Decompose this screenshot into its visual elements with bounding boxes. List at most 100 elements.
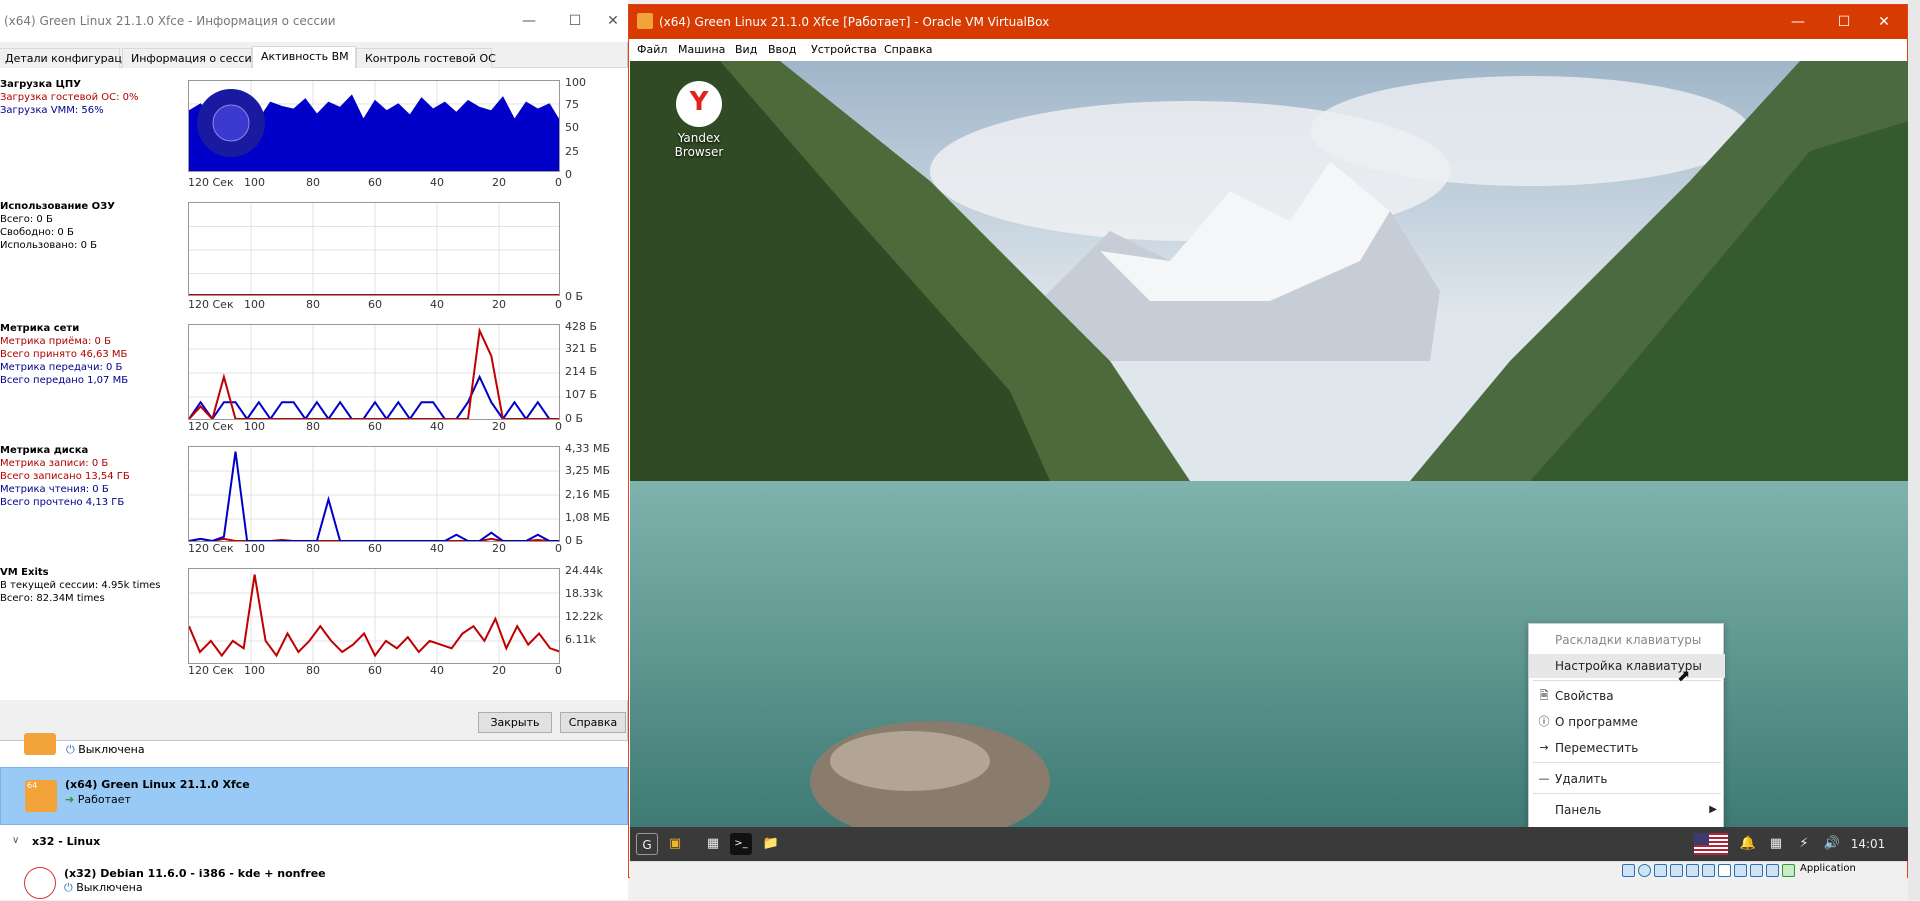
exits-xticks: 120 Сек 100 80 60 40 20 0 [0, 664, 628, 678]
menu-machine[interactable]: Машина [678, 43, 725, 56]
net-labels: Метрика сети Метрика приёма: 0 Б Всего п… [0, 322, 128, 387]
menu-file[interactable]: Файл [637, 43, 667, 56]
cpu-ytick: 75 [565, 98, 579, 111]
net-tx-total: Всего передано 1,07 МБ [0, 375, 129, 386]
clipboard-icon[interactable]: ▦ [1766, 833, 1786, 855]
x-tick-label: 0 [555, 298, 562, 311]
x-tick-label: 20 [492, 664, 506, 677]
host-key-label: Application [1800, 863, 1856, 874]
session-window-title: (x64) Green Linux 21.1.0 Xfce - Информац… [4, 14, 336, 28]
menu-item-remove[interactable]: — Удалить [1529, 767, 1725, 791]
list-item-selected[interactable]: 64 (x64) Green Linux 21.1.0 Xfce ➜ Работ… [0, 767, 628, 825]
ram-xticks: 120 Сек 100 80 60 40 20 0 [0, 298, 628, 312]
group-label: x32 - Linux [32, 835, 101, 848]
folder-icon[interactable]: ▣ [664, 833, 686, 855]
menu-item-move[interactable]: → Переместить [1529, 736, 1725, 760]
maximize-icon[interactable]: ☐ [552, 8, 598, 34]
file-manager-icon[interactable]: 📁 [760, 833, 782, 855]
exits-ytick: 24.44k [565, 564, 603, 577]
guest-desktop[interactable]: Y Yandex Browser Раскладки клавиатуры На… [630, 61, 1909, 827]
menu-item-about[interactable]: ⓘ О программе [1529, 710, 1725, 734]
app-grid-icon[interactable]: ▦ [702, 833, 724, 855]
bell-icon[interactable]: 🔔 [1738, 833, 1758, 855]
group-header[interactable]: ∨ x32 - Linux [0, 833, 628, 855]
minimize-icon[interactable]: — [506, 8, 552, 34]
menu-item-panel[interactable]: Панель ▶ [1529, 798, 1725, 822]
mouse-integration-icon[interactable] [1766, 864, 1779, 877]
menu-item-keyboard-settings[interactable]: Настройка клавиатуры [1529, 654, 1725, 678]
exits-ytick: 18.33k [565, 587, 603, 600]
x-tick-label: 120 Сек [188, 298, 234, 311]
net-heading: Метрика сети [0, 323, 80, 334]
tab-session-info[interactable]: Информация о сессии [122, 48, 259, 68]
x-tick-label: 120 Сек [188, 420, 234, 433]
disk-labels: Метрика диска Метрика записи: 0 Б Всего … [0, 444, 130, 509]
menu-item-properties[interactable]: 🗎 Свойства [1529, 684, 1725, 708]
power-icon[interactable]: ⚡ [1794, 833, 1814, 855]
menu-separator [1533, 762, 1721, 763]
optical-drive-icon[interactable] [1638, 864, 1651, 877]
display-icon[interactable] [1718, 864, 1731, 877]
tab-vm-activity[interactable]: Активность ВМ [252, 46, 356, 69]
recording-icon[interactable] [1734, 864, 1747, 877]
x-tick-label: 40 [430, 664, 444, 677]
power-off-icon: ⏻ [64, 881, 73, 894]
whisker-menu-icon[interactable]: G [636, 833, 658, 855]
desktop-icon-yandex[interactable]: Y Yandex Browser [654, 81, 744, 159]
ram-labels: Использование ОЗУ Всего: 0 Б Свободно: 0… [0, 200, 115, 252]
menu-help[interactable]: Справка [884, 43, 932, 56]
shared-folder-icon[interactable] [1702, 864, 1715, 877]
close-icon[interactable]: ✕ [598, 8, 628, 34]
close-button[interactable]: Закрыть [478, 712, 552, 733]
cpu-chart-svg [189, 81, 559, 171]
x-tick-label: 60 [368, 664, 382, 677]
x-tick-label: 100 [244, 298, 265, 311]
net-ytick: 321 Б [565, 342, 598, 355]
exits-heading: VM Exits [0, 567, 49, 578]
x-tick-label: 20 [492, 420, 506, 433]
tab-guest-control[interactable]: Контроль гостевой ОС [356, 48, 496, 68]
x-tick-label: 40 [430, 298, 444, 311]
us-flag-icon[interactable] [1694, 833, 1728, 855]
vt-icon[interactable] [1750, 864, 1763, 877]
net-ytick: 428 Б [565, 320, 598, 333]
cpu-heading: Загрузка ЦПУ [0, 79, 81, 90]
help-button[interactable]: Справка [560, 712, 626, 733]
x-tick-label: 80 [306, 664, 320, 677]
list-item[interactable]: ⏻ Выключена [0, 733, 628, 765]
x-tick-label: 100 [244, 664, 265, 677]
net-rx-total: Всего принято 46,63 МБ [0, 349, 128, 360]
usb-icon[interactable] [1686, 864, 1699, 877]
running-arrow-icon: ➜ [65, 793, 75, 806]
exits-labels: VM Exits В текущей сессии: 4.95k times В… [0, 566, 160, 605]
guest-additions-icon[interactable] [1782, 864, 1795, 877]
network-icon[interactable] [1670, 864, 1683, 877]
audio-icon[interactable] [1654, 864, 1667, 877]
menu-devices[interactable]: Устройства [811, 43, 877, 56]
vbox-title-bar: (x64) Green Linux 21.1.0 Xfce [Работает]… [629, 5, 1907, 39]
hdd-icon[interactable] [1622, 864, 1635, 877]
clock[interactable]: 14:01 [1848, 833, 1888, 855]
vm-list: ⏻ Выключена 64 (x64) Green Linux 21.1.0 … [0, 733, 628, 901]
x-tick-label: 60 [368, 176, 382, 189]
tab-configuration-details[interactable]: Детали конфигурации [0, 48, 136, 68]
session-title-bar: (x64) Green Linux 21.1.0 Xfce - Информац… [0, 0, 628, 42]
list-item[interactable]: (x32) Debian 11.6.0 - i386 - kde + nonfr… [0, 861, 628, 901]
tab-bar: Детали конфигурации Информация о сессии … [0, 46, 628, 69]
cpu-vmm-load: Загрузка VMM: 56% [0, 105, 104, 116]
exits-chart-svg [189, 569, 559, 663]
disk-read-rate: Метрика чтения: 0 Б [0, 484, 109, 495]
x-tick-label: 20 [492, 542, 506, 555]
minimize-icon[interactable]: — [1775, 5, 1821, 39]
desktop-icon-label: Yandex Browser [674, 131, 724, 159]
menu-view[interactable]: Вид [735, 43, 757, 56]
net-chart-svg [189, 325, 559, 419]
disk-heading: Метрика диска [0, 445, 89, 456]
menu-input[interactable]: Ввод [768, 43, 796, 56]
terminal-icon[interactable]: >_ [730, 833, 752, 855]
close-icon[interactable]: ✕ [1861, 5, 1907, 39]
submenu-arrow-icon: ▶ [1709, 804, 1717, 815]
info-icon: ⓘ [1538, 715, 1550, 728]
vm-state: ⏻ Выключена [64, 881, 143, 894]
volume-icon[interactable]: 🔊 [1822, 833, 1842, 855]
